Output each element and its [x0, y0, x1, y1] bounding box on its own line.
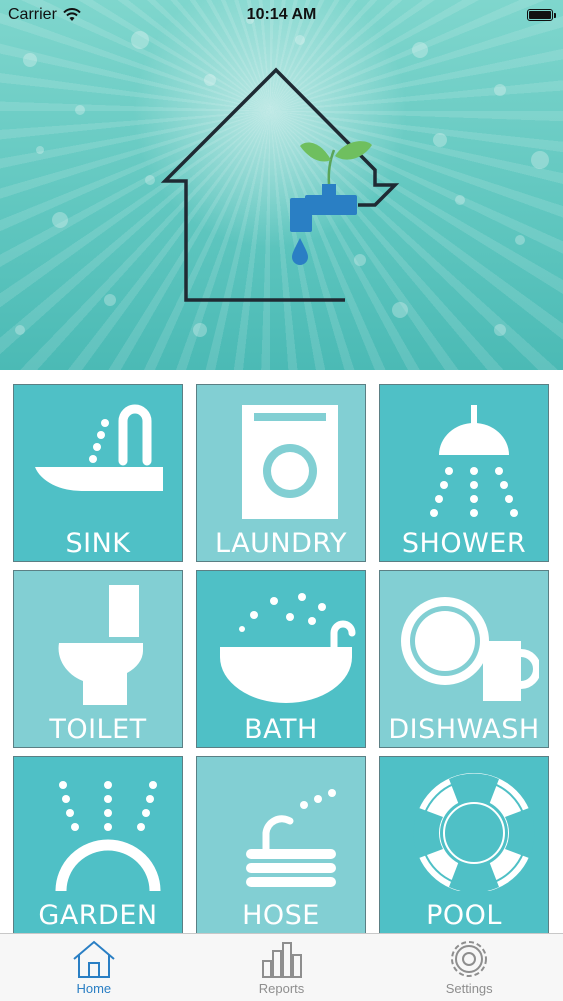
dishes-icon	[401, 597, 539, 701]
tile-garden[interactable]: GARDEN	[13, 756, 183, 934]
tile-label: BATH	[244, 714, 318, 745]
tile-shower[interactable]: SHOWER	[379, 384, 549, 562]
tile-label: GARDEN	[38, 900, 158, 931]
gear-icon	[451, 941, 488, 977]
bathtub-icon	[220, 593, 356, 703]
tab-label: Home	[76, 981, 112, 996]
tile-label: SHOWER	[401, 528, 527, 559]
tile-label: TOILET	[49, 714, 147, 745]
home-icon	[73, 940, 115, 978]
tile-toilet[interactable]: TOILET	[13, 570, 183, 748]
tile-bath[interactable]: BATH	[196, 570, 366, 748]
status-time: 10:14 AM	[246, 6, 317, 23]
hose-icon	[246, 789, 336, 887]
tab-bar: Home Reports Settings	[0, 933, 563, 1001]
tile-label: POOL	[426, 900, 502, 931]
tile-sink[interactable]: SINK	[13, 384, 183, 562]
tab-label: Settings	[445, 981, 493, 996]
tile-label: SINK	[65, 528, 131, 559]
tab-label: Reports	[258, 981, 305, 996]
tile-hose[interactable]: HOSE	[196, 756, 366, 934]
sprinkler-icon	[55, 781, 161, 891]
tile-label: DISHWASH	[388, 714, 540, 745]
status-bar: Carrier 10:14 AM	[0, 0, 563, 30]
tab-settings[interactable]: Settings	[375, 934, 563, 1001]
toilet-icon	[58, 585, 143, 705]
sink-icon	[35, 404, 163, 492]
tab-reports[interactable]: Reports	[188, 934, 376, 1001]
hero-banner	[0, 0, 563, 370]
wifi-icon	[63, 8, 81, 21]
tile-pool[interactable]: POOL	[379, 756, 549, 934]
tile-label: HOSE	[242, 900, 320, 931]
battery-icon	[527, 9, 556, 21]
tile-label: LAUNDRY	[215, 528, 347, 559]
washing-machine-icon	[242, 405, 338, 519]
tab-home[interactable]: Home	[0, 934, 188, 1001]
bar-chart-icon	[261, 942, 302, 978]
water-usage-grid: SINK LAUNDRY SHOWER TOILET BATH DISHWASH…	[13, 384, 549, 934]
tile-dishwash[interactable]: DISHWASH	[379, 570, 549, 748]
carrier-label: Carrier	[8, 6, 57, 23]
lifebuoy-icon	[413, 773, 535, 891]
tile-laundry[interactable]: LAUNDRY	[196, 384, 366, 562]
house-tap-logo	[160, 67, 400, 302]
shower-icon	[430, 405, 518, 517]
